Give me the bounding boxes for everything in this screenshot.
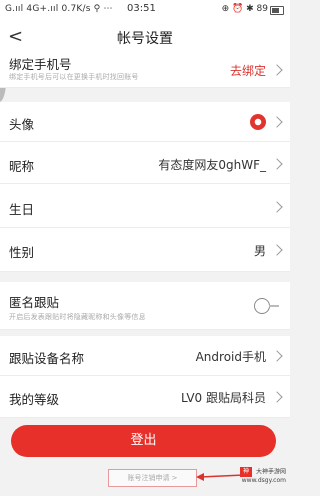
device-name-row[interactable]: 跟贴设备名称 Android手机 bbox=[0, 336, 290, 376]
anonymous-toggle[interactable] bbox=[254, 298, 279, 314]
chevron-right-icon bbox=[271, 350, 283, 362]
annotation-arrow-icon bbox=[196, 473, 245, 481]
bind-phone-label: 绑定手机号 bbox=[9, 57, 72, 72]
logout-button[interactable]: 登出 bbox=[11, 425, 276, 457]
level-row[interactable]: 我的等级 LV0 跟贴局科员 bbox=[0, 376, 290, 418]
account-deletion-link[interactable]: 账号注销申请 > bbox=[108, 469, 197, 487]
watermark-url: www.dsgy.com bbox=[241, 477, 286, 484]
watermark-name: 大神手游网 bbox=[255, 468, 286, 476]
gender-row[interactable]: 性别 男 bbox=[0, 228, 290, 272]
chevron-right-icon bbox=[271, 391, 283, 403]
nickname-value: 有态度网友0ghWF_ bbox=[158, 158, 266, 172]
bind-phone-row[interactable]: 绑定手机号 绑定手机号后可以在更换手机时找回账号 去绑定 bbox=[0, 50, 290, 88]
device-name-label: 跟贴设备名称 bbox=[9, 351, 85, 366]
level-value: LV0 跟贴局科员 bbox=[180, 391, 266, 405]
level-label: 我的等级 bbox=[9, 392, 60, 407]
watermark: 神 大神手游网 www.dsgy.com bbox=[240, 467, 286, 485]
chevron-right-icon bbox=[271, 64, 283, 76]
status-bar: G.ııl 4G+.ııl 0.7K/s ⚲ ⋯ 03:51 ⊕ ⏰ ✱ 89 bbox=[0, 0, 290, 20]
chevron-right-icon bbox=[271, 158, 283, 170]
chevron-right-icon bbox=[271, 116, 283, 128]
nickname-row[interactable]: 昵称 有态度网友0ghWF_ bbox=[0, 142, 290, 184]
status-signal: G.ııl 4G+.ııl 0.7K/s ⚲ ⋯ bbox=[5, 4, 113, 14]
avatar-label: 头像 bbox=[9, 117, 35, 132]
device-name-value: Android手机 bbox=[195, 350, 266, 364]
birthday-row[interactable]: 生日 bbox=[0, 184, 290, 228]
gender-label: 性别 bbox=[9, 245, 35, 260]
battery-icon bbox=[270, 6, 284, 15]
avatar-row[interactable]: 头像 bbox=[0, 102, 290, 142]
nickname-label: 昵称 bbox=[9, 159, 35, 174]
bind-phone-hint: 绑定手机号后可以在更换手机时找回账号 bbox=[9, 73, 139, 81]
watermark-logo-icon: 神 bbox=[240, 467, 253, 477]
anonymous-hint: 开启后发表跟贴时将隐藏昵称和头像等信息 bbox=[9, 313, 146, 321]
chevron-right-icon bbox=[271, 201, 283, 213]
gender-value: 男 bbox=[253, 244, 266, 258]
status-icons: ⊕ ⏰ ✱ 89 bbox=[221, 4, 268, 14]
page-title: 帐号设置 bbox=[117, 31, 173, 47]
bind-phone-action[interactable]: 去绑定 bbox=[230, 62, 266, 79]
birthday-label: 生日 bbox=[9, 202, 35, 217]
anonymous-label: 匿名跟贴 bbox=[9, 295, 60, 310]
status-time: 03:51 bbox=[127, 3, 156, 14]
anonymous-row: 匿名跟贴 开启后发表跟贴时将隐藏昵称和头像等信息 bbox=[0, 282, 290, 330]
chevron-right-icon bbox=[271, 244, 283, 256]
avatar bbox=[250, 114, 266, 130]
